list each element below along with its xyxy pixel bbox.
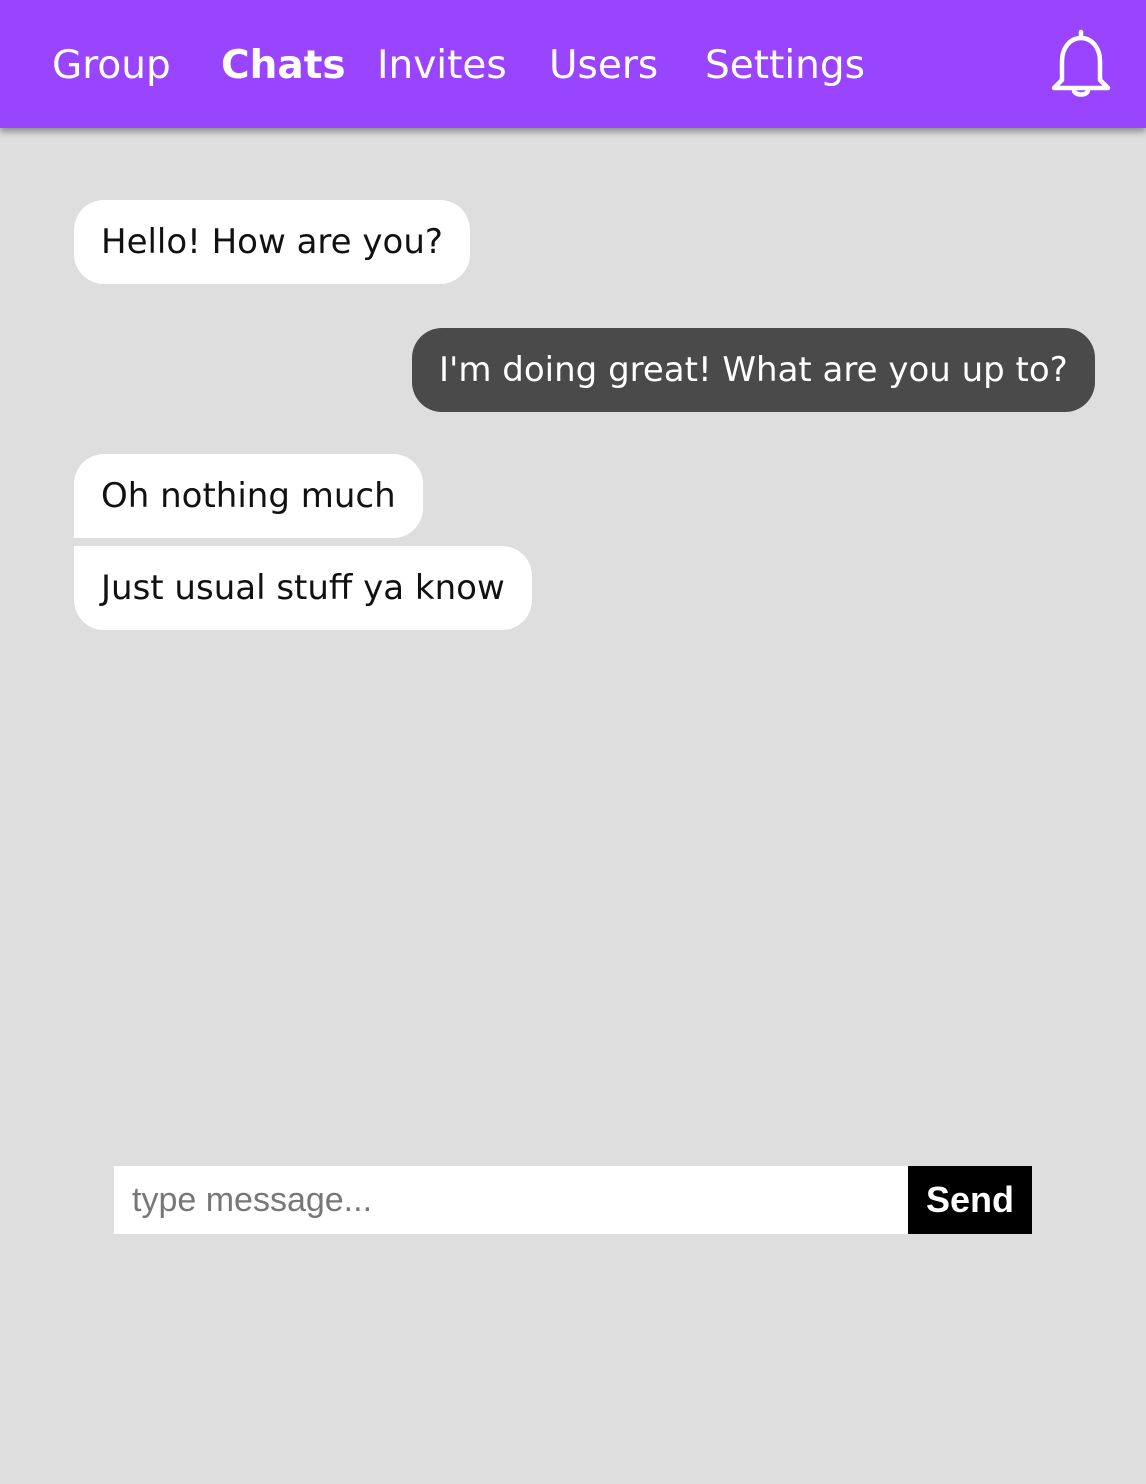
nav-item-group[interactable]: Group bbox=[52, 38, 171, 94]
message-bubble-incoming: Just usual stuff ya know bbox=[74, 546, 532, 630]
nav-item-invites[interactable]: Invites bbox=[377, 38, 507, 94]
message-bubble-incoming: Oh nothing much bbox=[74, 454, 423, 538]
nav-item-chats[interactable]: Chats bbox=[221, 38, 346, 94]
message-input[interactable] bbox=[114, 1166, 908, 1234]
chat-app: Group Chats Invites Users Settings Hello… bbox=[0, 0, 1146, 1484]
message-bubble-incoming: Hello! How are you? bbox=[74, 200, 470, 284]
message-bubble-outgoing: I'm doing great! What are you up to? bbox=[412, 328, 1095, 412]
bell-icon[interactable] bbox=[1048, 28, 1114, 100]
message-composer: Send bbox=[114, 1166, 1032, 1234]
top-nav-bar: Group Chats Invites Users Settings bbox=[0, 0, 1146, 128]
nav-item-settings[interactable]: Settings bbox=[705, 38, 865, 94]
send-button[interactable]: Send bbox=[908, 1166, 1032, 1234]
nav-item-users[interactable]: Users bbox=[549, 38, 658, 94]
